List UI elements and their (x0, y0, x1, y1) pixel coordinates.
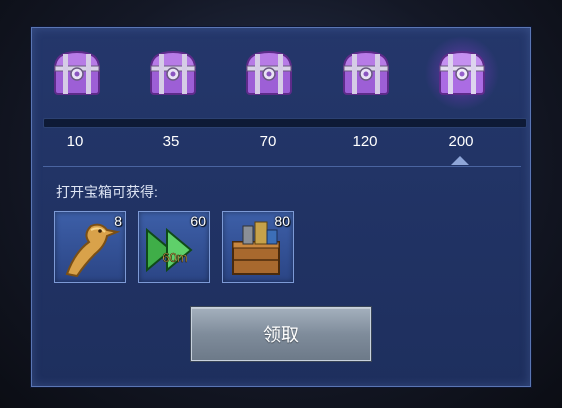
chest-35[interactable] (145, 46, 201, 100)
chest-10[interactable] (49, 46, 105, 100)
purple-treasure-chest-icon (245, 50, 293, 95)
reward-count: 60 (190, 213, 206, 229)
milestone-label: 70 (259, 133, 277, 150)
purple-treasure-chest-icon (342, 50, 390, 95)
reward-slot-eagle[interactable]: 8 (54, 211, 126, 283)
reward-slot-crate[interactable]: 80 (222, 211, 294, 283)
milestone-label: 120 (352, 133, 378, 150)
chest-reward-panel: 10 35 70 120 200 打开宝箱可获得: 8 60m 60 80 领取 (31, 27, 531, 387)
milestone-label: 10 (66, 133, 84, 150)
speedup-duration-label: 60m (162, 250, 187, 265)
chest-120[interactable] (338, 46, 394, 100)
reward-slot-speedup[interactable]: 60m 60 (138, 211, 210, 283)
reward-count: 8 (114, 213, 122, 229)
claim-button[interactable]: 领取 (191, 307, 371, 361)
chest-70[interactable] (241, 46, 297, 100)
claim-button-label: 领取 (263, 325, 299, 346)
milestone-label: 200 (448, 133, 474, 150)
chest-row (32, 36, 530, 116)
section-divider (43, 166, 521, 167)
reward-title: 打开宝箱可获得: (56, 184, 158, 200)
milestone-labels: 10 35 70 120 200 (32, 133, 530, 157)
selected-chest-marker (451, 156, 469, 165)
purple-treasure-chest-icon (438, 50, 486, 95)
purple-treasure-chest-icon (149, 50, 197, 95)
milestone-label: 35 (162, 133, 180, 150)
purple-treasure-chest-icon (53, 50, 101, 95)
progress-bar (43, 118, 527, 128)
chest-200[interactable] (424, 36, 500, 110)
reward-count: 80 (274, 213, 290, 229)
